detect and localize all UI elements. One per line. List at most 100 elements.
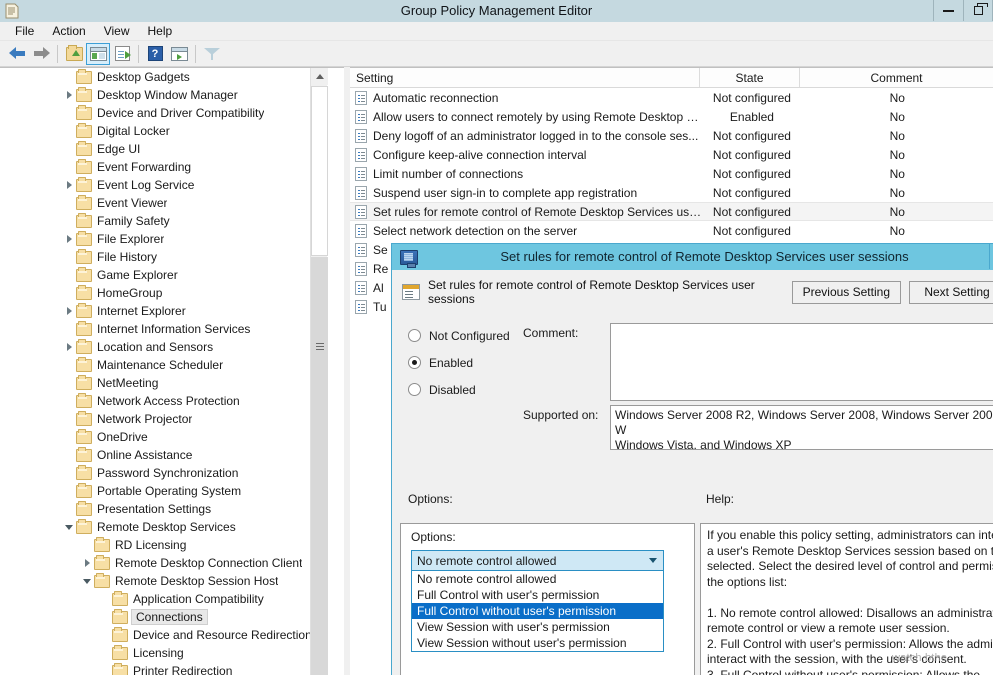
chevron-down-icon[interactable]	[80, 572, 94, 590]
tree-item-desktop-window-manager[interactable]: Desktop Window Manager	[0, 86, 327, 104]
tree-item-remote-desktop-session-host[interactable]: Remote Desktop Session Host	[0, 572, 327, 590]
show-hide-action-pane-icon[interactable]	[167, 43, 191, 65]
tree-item-connections[interactable]: Connections	[0, 608, 327, 626]
table-row[interactable]: Suspend user sign-in to complete app reg…	[350, 183, 993, 202]
chevron-right-icon[interactable]	[62, 338, 76, 356]
tree-item-location-and-sensors[interactable]: Location and Sensors	[0, 338, 327, 356]
chevron-right-icon[interactable]	[62, 302, 76, 320]
tree-item-application-compatibility[interactable]: Application Compatibility	[0, 590, 327, 608]
tree-item-desktop-gadgets[interactable]: Desktop Gadgets	[0, 68, 327, 86]
combobox-dropdown-list[interactable]: No remote control allowedFull Control wi…	[411, 571, 664, 652]
tree-item-licensing[interactable]: Licensing	[0, 644, 327, 662]
remote-control-combobox[interactable]: No remote control allowed	[411, 550, 664, 571]
help-panel[interactable]: If you enable this policy setting, admin…	[700, 523, 993, 675]
setting-state: Not configured	[702, 91, 801, 105]
column-header-state[interactable]: State	[700, 68, 800, 87]
combobox-option[interactable]: View Session with user's permission	[412, 619, 663, 635]
forward-arrow-icon[interactable]	[29, 43, 53, 65]
show-hide-console-tree-icon[interactable]	[86, 43, 110, 65]
radio-disabled[interactable]: Disabled	[408, 376, 558, 403]
tree-item-edge-ui[interactable]: Edge UI	[0, 140, 327, 158]
tree-item-onedrive[interactable]: OneDrive	[0, 428, 327, 446]
tree-item-family-safety[interactable]: Family Safety	[0, 212, 327, 230]
tree-item-rd-licensing[interactable]: RD Licensing	[0, 536, 327, 554]
tree-item-file-history[interactable]: File History	[0, 248, 327, 266]
menu-action[interactable]: Action	[43, 23, 94, 39]
filter-icon[interactable]	[200, 43, 224, 65]
tree-vertical-scrollbar[interactable]	[310, 68, 327, 675]
scrollbar-thumb[interactable]	[311, 86, 328, 256]
policy-setting-dialog: Set rules for remote control of Remote D…	[391, 243, 993, 675]
tree-item-network-access-protection[interactable]: Network Access Protection	[0, 392, 327, 410]
tree-item-device-and-resource-redirection[interactable]: Device and Resource Redirection	[0, 626, 327, 644]
tree-item-remote-desktop-services[interactable]: Remote Desktop Services	[0, 518, 327, 536]
previous-setting-button[interactable]: Previous Setting	[792, 281, 901, 304]
console-tree[interactable]: Desktop Gadgets Desktop Window Manager Dev…	[0, 68, 327, 675]
chevron-right-icon[interactable]	[80, 554, 94, 572]
comment-textarea[interactable]	[610, 323, 993, 401]
menu-view[interactable]: View	[95, 23, 139, 39]
tree-item-network-projector[interactable]: Network Projector	[0, 410, 327, 428]
tree-item-portable-operating-system[interactable]: Portable Operating System	[0, 482, 327, 500]
tree-item-online-assistance[interactable]: Online Assistance	[0, 446, 327, 464]
table-row[interactable]: Limit number of connectionsNot configure…	[350, 164, 993, 183]
table-row[interactable]: Select network detection on the serverNo…	[350, 221, 993, 240]
chevron-right-icon[interactable]	[62, 176, 76, 194]
table-row[interactable]: Automatic reconnectionNot configuredNo	[350, 88, 993, 107]
tree-expander-placeholder	[62, 104, 76, 122]
chevron-down-icon[interactable]	[643, 551, 663, 570]
next-setting-button[interactable]: Next Setting	[909, 281, 993, 304]
tree-item-event-log-service[interactable]: Event Log Service	[0, 176, 327, 194]
tree-item-game-explorer[interactable]: Game Explorer	[0, 266, 327, 284]
table-row[interactable]: Set rules for remote control of Remote D…	[350, 202, 993, 221]
combobox-option[interactable]: No remote control allowed	[412, 571, 663, 587]
back-arrow-icon[interactable]	[5, 43, 29, 65]
combobox-option[interactable]: Full Control with user's permission	[412, 587, 663, 603]
tree-expander-placeholder	[62, 500, 76, 518]
export-list-icon[interactable]	[110, 43, 134, 65]
help-icon[interactable]: ?	[143, 43, 167, 65]
chevron-right-icon[interactable]	[62, 86, 76, 104]
chevron-down-icon[interactable]	[62, 518, 76, 536]
combobox-option[interactable]: Full Control without user's permission	[412, 603, 663, 619]
folder-icon	[112, 647, 128, 660]
tree-item-event-forwarding[interactable]: Event Forwarding	[0, 158, 327, 176]
up-one-level-icon[interactable]	[62, 43, 86, 65]
scrollbar-track[interactable]	[311, 257, 328, 675]
tree-expander-placeholder	[62, 284, 76, 302]
tree-item-event-viewer[interactable]: Event Viewer	[0, 194, 327, 212]
tree-item-label: Connections	[131, 609, 208, 625]
tree-item-netmeeting[interactable]: NetMeeting	[0, 374, 327, 392]
menu-file[interactable]: File	[6, 23, 43, 39]
combobox-value: No remote control allowed	[412, 554, 643, 568]
combobox-option[interactable]: View Session without user's permission	[412, 635, 663, 651]
tree-item-digital-locker[interactable]: Digital Locker	[0, 122, 327, 140]
table-row[interactable]: Configure keep-alive connection interval…	[350, 145, 993, 164]
restore-button[interactable]	[963, 0, 993, 21]
table-row[interactable]: Allow users to connect remotely by using…	[350, 107, 993, 126]
table-row[interactable]: Deny logoff of an administrator logged i…	[350, 126, 993, 145]
tree-item-label: Desktop Window Manager	[97, 88, 238, 102]
tree-item-presentation-settings[interactable]: Presentation Settings	[0, 500, 327, 518]
folder-icon	[76, 467, 92, 480]
tree-item-maintenance-scheduler[interactable]: Maintenance Scheduler	[0, 356, 327, 374]
menu-help[interactable]: Help	[139, 23, 182, 39]
chevron-right-icon[interactable]	[62, 230, 76, 248]
tree-item-label: Internet Information Services	[97, 322, 250, 336]
tree-item-password-synchronization[interactable]: Password Synchronization	[0, 464, 327, 482]
policy-setting-icon	[355, 186, 367, 200]
tree-item-internet-information-services[interactable]: Internet Information Services	[0, 320, 327, 338]
tree-item-printer-redirection[interactable]: Printer Redirection	[0, 662, 327, 675]
scroll-up-button[interactable]	[311, 68, 328, 85]
tree-item-internet-explorer[interactable]: Internet Explorer	[0, 302, 327, 320]
dialog-minimize-button[interactable]	[989, 244, 993, 269]
tree-item-file-explorer[interactable]: File Explorer	[0, 230, 327, 248]
folder-icon	[76, 71, 92, 84]
minimize-button[interactable]	[933, 0, 963, 21]
tree-item-homegroup[interactable]: HomeGroup	[0, 284, 327, 302]
radio-enabled[interactable]: Enabled	[408, 349, 558, 376]
tree-item-device-and-driver-compatibility[interactable]: Device and Driver Compatibility	[0, 104, 327, 122]
column-header-comment[interactable]: Comment	[800, 68, 993, 87]
column-header-setting[interactable]: Setting	[350, 68, 700, 87]
tree-item-remote-desktop-connection-client[interactable]: Remote Desktop Connection Client	[0, 554, 327, 572]
